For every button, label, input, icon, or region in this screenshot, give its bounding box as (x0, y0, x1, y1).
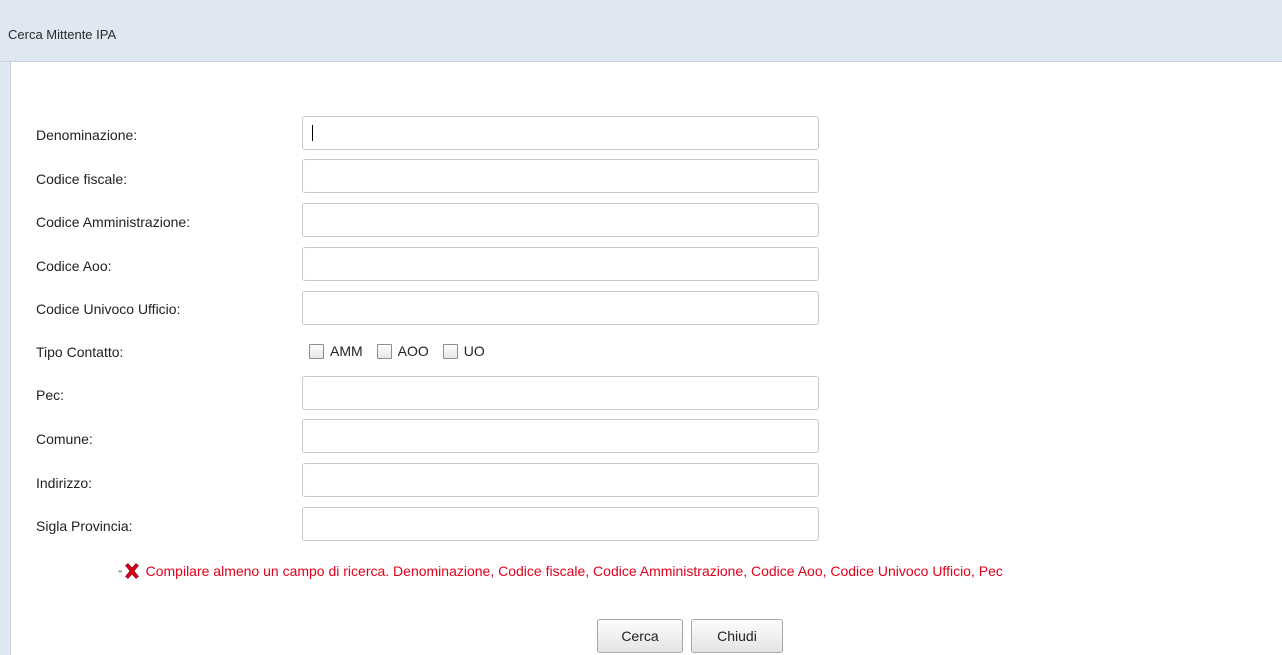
dialog-title-bar: Cerca Mittente IPA (0, 0, 1282, 62)
codice-fiscale-field[interactable] (302, 159, 819, 193)
pec-field[interactable] (302, 376, 819, 410)
uo-checkbox[interactable] (442, 343, 458, 359)
indirizzo-label: Indirizzo: (36, 475, 93, 491)
amm-checkbox[interactable] (309, 343, 324, 359)
sigla-provincia-field[interactable] (302, 507, 819, 541)
codice-fiscale-label: Codice fiscale: (36, 171, 128, 187)
error-pointer-icon: •• (118, 566, 123, 576)
comune-label: Comune: (36, 431, 93, 447)
text-caret (312, 125, 313, 141)
indirizzo-field[interactable] (302, 463, 819, 497)
pec-label: Pec: (36, 387, 65, 403)
uo-checkbox-label[interactable]: UO (464, 343, 485, 359)
close-button[interactable]: Chiudi (691, 619, 783, 653)
codice-univoco-ufficio-field[interactable] (302, 291, 819, 325)
denominazione-label: Denominazione: (36, 127, 138, 143)
codice-aoo-field[interactable] (302, 247, 819, 281)
sigla-provincia-label: Sigla Provincia: (36, 518, 133, 534)
error-message: Compilare almeno un campo di ricerca. De… (145, 563, 1003, 579)
amm-checkbox-label[interactable]: AMM (330, 343, 363, 359)
tipo-contatto-group: AMM AOO UO (309, 342, 499, 360)
validation-error: •• Compilare almeno un campo di ricerca.… (118, 562, 1003, 580)
left-border-strip (0, 62, 11, 655)
dialog-title: Cerca Mittente IPA (8, 27, 117, 42)
denominazione-field[interactable] (302, 116, 819, 150)
aoo-checkbox-label[interactable]: AOO (398, 343, 429, 359)
tipo-contatto-label: Tipo Contatto: (36, 344, 124, 360)
aoo-checkbox[interactable] (376, 343, 392, 359)
codice-amministrazione-field[interactable] (302, 203, 819, 237)
codice-aoo-label: Codice Aoo: (36, 258, 112, 274)
codice-univoco-ufficio-label: Codice Univoco Ufficio: (36, 301, 181, 317)
codice-amministrazione-label: Codice Amministrazione: (36, 214, 191, 230)
search-button[interactable]: Cerca (597, 619, 683, 653)
comune-field[interactable] (302, 419, 819, 453)
red-x-icon (124, 563, 139, 579)
